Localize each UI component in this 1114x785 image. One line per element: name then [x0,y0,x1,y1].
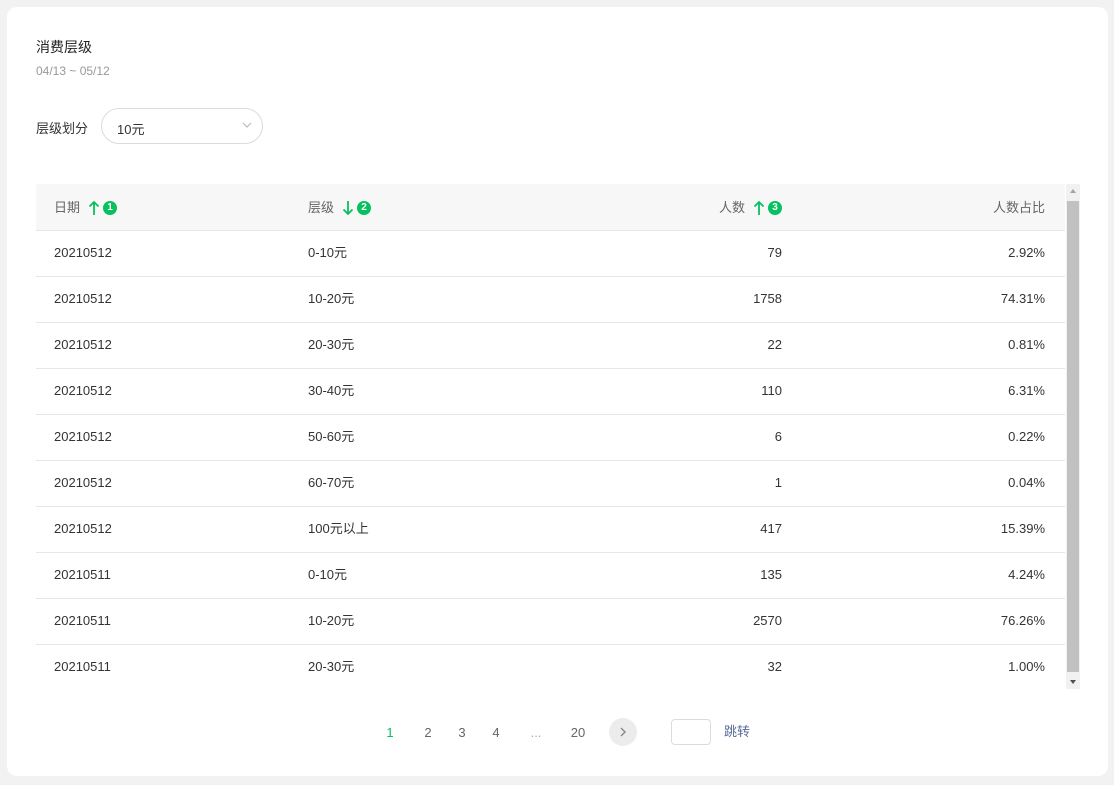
cell-count: 22 [767,337,782,352]
table-row: 20210512 10-20元 1758 74.31% [36,277,1065,323]
cell-date: 20210512 [54,429,112,444]
cell-ratio: 76.26% [1000,613,1045,628]
cell-ratio: 74.31% [1000,291,1045,306]
header-ratio-label: 人数占比 [992,200,1045,215]
cell-level: 20-30元 [308,659,355,674]
sort-down-icon [342,200,354,215]
consumption-level-card: 消费层级 04/13 ~ 05/12 层级划分 10元 日期 1 层级 2 人数… [7,7,1108,776]
cell-level: 0-10元 [308,567,348,582]
header-count[interactable]: 人数 3 [536,184,782,231]
table-row: 20210512 20-30元 22 0.81% [36,323,1065,369]
level-filter-label: 层级划分 [36,121,89,136]
page-2[interactable]: 2 [421,720,435,746]
cell-date: 20210512 [54,383,112,398]
header-date-label: 日期 [54,200,81,215]
table-row: 20210512 30-40元 110 6.31% [36,369,1065,415]
cell-ratio: 15.39% [1000,521,1045,536]
cell-date: 20210511 [54,613,111,628]
page-ellipsis: ... [530,725,542,740]
scroll-up-arrow-icon[interactable] [1066,184,1080,198]
cell-count: 1758 [753,291,782,306]
next-page-button[interactable] [609,718,637,746]
level-select-value: 10元 [117,122,145,137]
chevron-right-icon [620,727,626,737]
header-date[interactable]: 日期 1 [54,184,118,231]
page-20[interactable]: 20 [568,720,588,746]
sort-priority-badge: 3 [768,200,782,215]
page-jump-button[interactable]: 跳转 [724,719,750,745]
page-1[interactable]: 1 [383,720,397,746]
sort-priority-badge: 2 [357,200,372,215]
cell-level: 60-70元 [308,475,355,490]
cell-count: 32 [767,659,782,674]
cell-date: 20210512 [54,475,112,490]
sort-priority-badge: 1 [103,200,118,215]
cell-level: 50-60元 [308,429,355,444]
cell-level: 10-20元 [308,613,355,628]
cell-date: 20210511 [54,567,111,582]
cell-level: 100元以上 [308,521,369,536]
table-row: 20210512 60-70元 1 0.04% [36,461,1065,507]
scrollbar-thumb[interactable] [1067,201,1079,672]
table-body: 20210512 0-10元 79 2.92% 20210512 10-20元 … [36,231,1065,691]
page-4[interactable]: 4 [489,720,503,746]
scroll-down-arrow-icon[interactable] [1066,675,1080,689]
header-level[interactable]: 层级 2 [308,184,372,231]
cell-count: 110 [761,383,782,398]
table-scrollbar[interactable] [1066,184,1080,689]
table-row: 20210511 10-20元 2570 76.26% [36,599,1065,645]
cell-level: 20-30元 [308,337,355,352]
cell-ratio: 1.00% [1008,659,1045,674]
cell-count: 2570 [753,613,782,628]
cell-count: 1 [774,475,782,490]
cell-date: 20210512 [54,337,112,352]
data-table: 日期 1 层级 2 人数 3 人数占比 20210512 0-10元 79 2.… [36,184,1080,689]
page-title: 消费层级 [36,39,92,55]
table-row: 20210512 50-60元 6 0.22% [36,415,1065,461]
cell-date: 20210512 [54,291,112,306]
cell-ratio: 4.24% [1008,567,1045,582]
cell-level: 0-10元 [308,245,348,260]
date-range: 04/13 ~ 05/12 [36,64,110,78]
cell-ratio: 2.92% [1008,245,1045,260]
table-row: 20210511 0-10元 135 4.24% [36,553,1065,599]
table-header: 日期 1 层级 2 人数 3 人数占比 [36,184,1065,231]
cell-ratio: 6.31% [1008,383,1045,398]
level-select[interactable]: 10元 [101,108,263,144]
chevron-down-icon [242,122,252,128]
header-ratio[interactable]: 人数占比 [816,184,1045,231]
sort-up-icon [753,200,765,215]
cell-level: 10-20元 [308,291,355,306]
table-row: 20210511 20-30元 32 1.00% [36,645,1065,691]
cell-ratio: 0.04% [1008,475,1045,490]
page-jump-input[interactable] [671,719,711,745]
sort-up-icon [88,200,100,215]
cell-count: 135 [760,567,782,582]
table-row: 20210512 100元以上 417 15.39% [36,507,1065,553]
cell-count: 79 [767,245,782,260]
cell-count: 417 [760,521,782,536]
cell-date: 20210512 [54,245,112,260]
cell-date: 20210512 [54,521,112,536]
cell-level: 30-40元 [308,383,355,398]
cell-ratio: 0.81% [1008,337,1045,352]
table-row: 20210512 0-10元 79 2.92% [36,231,1065,277]
cell-date: 20210511 [54,659,111,674]
header-level-label: 层级 [308,200,335,215]
header-count-label: 人数 [718,200,745,215]
cell-ratio: 0.22% [1008,429,1045,444]
page-3[interactable]: 3 [455,720,469,746]
cell-count: 6 [774,429,782,444]
